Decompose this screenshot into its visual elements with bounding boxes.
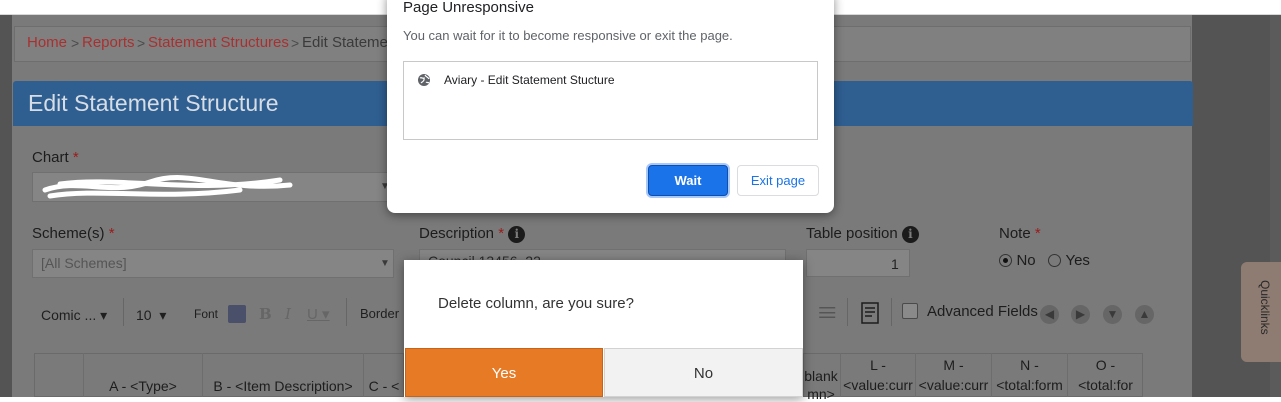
font-color-swatch[interactable]	[228, 305, 246, 323]
column-header-c[interactable]: C - <	[364, 378, 404, 394]
note-radio-no[interactable]: No	[999, 252, 1036, 270]
column-header-o-sub: <total:for	[1078, 377, 1133, 393]
page-title: Edit Statement Structure	[28, 90, 279, 116]
dialog-title: Page Unresponsive	[403, 0, 534, 16]
globe-icon	[418, 74, 430, 86]
column-header-o[interactable]: O -	[1068, 357, 1143, 373]
breadcrumb-current: Edit Statemen	[302, 34, 397, 51]
breadcrumb-separator: >	[291, 35, 300, 51]
breadcrumb-statement-structures[interactable]: Statement Structures	[148, 34, 289, 51]
schemes-label: Scheme(s) *	[32, 225, 115, 242]
note-radio-yes[interactable]: Yes	[1048, 252, 1090, 270]
description-label: Description * i	[419, 225, 526, 243]
note-label: Note *	[999, 225, 1041, 242]
column-header-m[interactable]: M -	[916, 357, 991, 373]
toolbar-divider	[346, 298, 347, 326]
column-header-b[interactable]: B - <Item Description>	[203, 378, 363, 394]
column-header-a[interactable]: A - <Type>	[84, 378, 202, 394]
column-header-blank[interactable]: blank	[803, 368, 839, 384]
toolbar-divider	[123, 298, 124, 326]
column-header-l[interactable]: L -	[841, 357, 915, 373]
column-header-n[interactable]: N -	[992, 357, 1067, 373]
advanced-fields-label: Advanced Fields	[927, 303, 1038, 320]
quicklinks-label: Quicklinks	[1258, 280, 1272, 335]
radio-no[interactable]	[999, 254, 1012, 268]
column-settings-icon[interactable]	[860, 301, 882, 325]
no-button[interactable]: No	[604, 348, 803, 397]
bold-button[interactable]: B	[259, 305, 272, 323]
font-size-select[interactable]: 10 ▾	[136, 307, 166, 324]
radio-yes[interactable]	[1048, 254, 1061, 268]
info-icon[interactable]: i	[901, 225, 919, 243]
align-right-icon[interactable]: ☰	[823, 304, 836, 322]
schemes-value: [All Schemes]	[41, 255, 127, 271]
column-header-n-sub: <total:form	[996, 377, 1063, 393]
underline-button[interactable]: U ▾	[307, 305, 330, 323]
redaction-scribble	[42, 175, 293, 199]
table-position-label: Table position i	[806, 225, 919, 243]
italic-button[interactable]: I	[285, 305, 291, 323]
info-icon[interactable]: i	[508, 225, 526, 243]
chart-label: Chart *	[32, 149, 79, 166]
breadcrumb-separator: >	[137, 35, 146, 51]
confirm-message: Delete column, are you sure?	[438, 295, 634, 312]
breadcrumb-separator: >	[71, 35, 80, 51]
arrow-left-icon[interactable]: ◀	[1040, 305, 1059, 324]
column-header-m-sub: <value:curr	[918, 377, 989, 393]
chevron-down-icon: ▼	[380, 258, 390, 269]
font-color-label: Font	[194, 307, 219, 321]
toolbar-divider	[847, 298, 848, 326]
breadcrumb-reports[interactable]: Reports	[82, 34, 135, 51]
toolbar-divider	[891, 298, 892, 326]
font-family-select[interactable]: Comic ... ▾	[41, 307, 107, 324]
wait-button[interactable]: Wait	[648, 165, 728, 196]
arrow-down-icon[interactable]: ▼	[1103, 305, 1122, 324]
exit-page-button[interactable]: Exit page	[737, 165, 819, 196]
table-position-value: 1	[891, 256, 899, 272]
dialog-message: You can wait for it to become responsive…	[403, 28, 733, 43]
yes-button[interactable]: Yes	[405, 348, 603, 397]
breadcrumb-home[interactable]: Home	[27, 34, 67, 51]
border-button[interactable]: Border	[360, 306, 399, 321]
column-header-blank-sub: mn>	[807, 386, 835, 402]
unresponsive-page-item: Aviary - Edit Statement Stucture	[444, 73, 615, 87]
arrow-right-icon[interactable]: ▶	[1071, 305, 1090, 324]
advanced-fields-checkbox[interactable]	[902, 303, 918, 319]
arrow-up-icon[interactable]: ▲	[1135, 305, 1154, 324]
column-header-l-sub: <value:curr	[843, 377, 913, 393]
